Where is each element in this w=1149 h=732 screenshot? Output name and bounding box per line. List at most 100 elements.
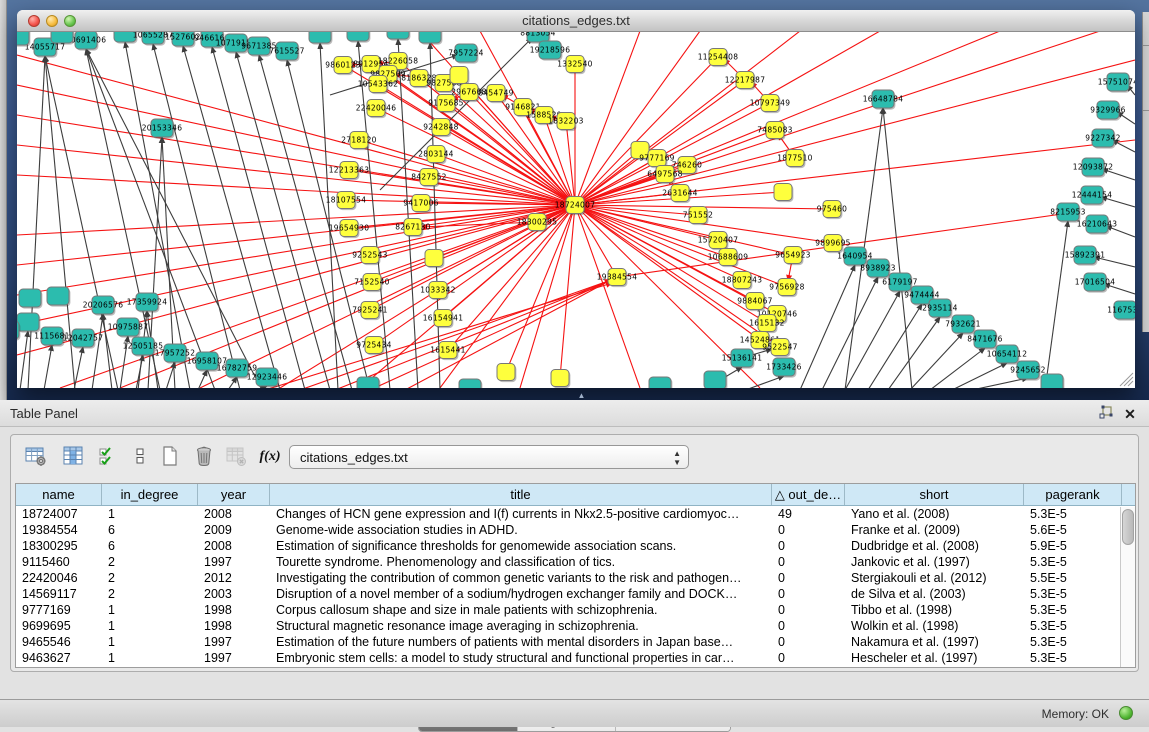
close-panel-icon[interactable]: ✕ (1121, 405, 1139, 423)
right-panel-edge (1142, 12, 1149, 332)
new-table-icon[interactable] (157, 444, 183, 470)
column-header-out_de[interactable]: △ out_de… (772, 484, 845, 505)
graph-node[interactable] (51, 32, 73, 43)
graph-node[interactable] (387, 32, 409, 39)
graph-edge (575, 57, 718, 205)
graph-node[interactable] (1041, 374, 1063, 388)
graph-edge (92, 314, 103, 388)
graph-node-label: 20206576 (83, 301, 124, 310)
graph-node[interactable] (551, 370, 569, 387)
float-panel-icon[interactable] (1097, 405, 1115, 423)
graph-node-label: 9522547 (762, 343, 798, 352)
column-header-short[interactable]: short (845, 484, 1024, 505)
table-cell: Embryonic stem cells: a model to study s… (270, 650, 772, 666)
graph-node-label: 751552 (683, 211, 713, 220)
graph-edge (370, 280, 611, 388)
table-cell: 9777169 (16, 602, 102, 618)
graph-node-label: 9417006 (403, 199, 439, 208)
table-cell: Nakamura et al. (1997) (845, 634, 1024, 650)
graph-edge (930, 348, 985, 388)
graph-node-label: 6179197 (882, 278, 918, 287)
table-row[interactable]: 1938455462009Genome-wide association stu… (16, 522, 1135, 538)
graph-node[interactable] (47, 287, 69, 305)
network-window-titlebar[interactable]: citations_edges.txt (17, 10, 1135, 32)
graph-node-label: 18300295 (517, 218, 558, 227)
column-chooser-icon[interactable] (60, 444, 86, 470)
graph-node-label: 2718120 (341, 136, 377, 145)
graph-node[interactable] (309, 32, 331, 43)
graph-node-label: 8215953 (1050, 208, 1086, 217)
table-cell: 18724007 (16, 506, 102, 522)
graph-node-label: 1877510 (777, 154, 813, 163)
graph-node-label: 18807243 (722, 276, 763, 285)
graph-node[interactable] (649, 377, 671, 388)
memory-status-indicator[interactable] (1119, 706, 1133, 720)
table-cell: 6 (102, 522, 198, 538)
network-canvas[interactable]: 1405571720691406106552871527602946616110… (17, 32, 1135, 388)
graph-node[interactable] (357, 377, 379, 388)
graph-node[interactable] (17, 32, 29, 45)
table-cell: 18300295 (16, 538, 102, 554)
graph-node-label: 7957224 (448, 49, 484, 58)
graph-edge (320, 43, 338, 388)
table-header-row: namein_degreeyeartitle△ out_de…shortpage… (16, 484, 1135, 506)
column-header-pagerank[interactable]: pagerank (1024, 484, 1122, 505)
graph-edge (972, 378, 1028, 388)
table-settings-icon[interactable] (23, 444, 49, 470)
table-cell: 5.6E-5 (1024, 522, 1122, 538)
table-cell: 49 (772, 506, 845, 522)
graph-node[interactable] (419, 32, 441, 43)
table-row[interactable]: 977716911998Corpus callosum shape and si… (16, 602, 1135, 618)
table-row[interactable]: 946554611997Estimation of the future num… (16, 634, 1135, 650)
graph-node[interactable] (497, 364, 515, 381)
table-cell: Franke et al. (2009) (845, 522, 1024, 538)
window-resize-grip[interactable] (1124, 377, 1133, 386)
graph-node[interactable] (459, 379, 481, 388)
table-cell: 1997 (198, 554, 270, 570)
graph-node-label: 10543362 (358, 80, 399, 89)
row-height-icon[interactable] (127, 444, 153, 470)
table-row[interactable]: 1872400712008Changes of HCN gene express… (16, 506, 1135, 522)
table-scrollbar-thumb[interactable] (1122, 509, 1134, 545)
table-row[interactable]: 2242004622012Investigating the contribut… (16, 570, 1135, 586)
column-header-year[interactable]: year (198, 484, 270, 505)
graph-node-label: 18107554 (326, 196, 367, 205)
graph-node[interactable] (425, 250, 443, 267)
table-cell: 0 (772, 586, 845, 602)
table-panel-header: Table Panel ✕ (0, 400, 1149, 427)
graph-edge (228, 377, 237, 388)
graph-edge (868, 304, 922, 388)
column-header-title[interactable]: title (270, 484, 772, 505)
graph-node[interactable] (17, 321, 19, 339)
graph-node-label: 9899695 (815, 239, 851, 248)
table-cell: Jankovic et al. (1997) (845, 554, 1024, 570)
table-row[interactable]: 1830029562008Estimation of significance … (16, 538, 1135, 554)
graph-node-label: 12217987 (725, 76, 766, 85)
graph-node[interactable] (347, 32, 369, 41)
select-rows-icon[interactable] (95, 444, 121, 470)
delete-table-icon[interactable] (191, 444, 217, 470)
graph-node-label: 9756928 (769, 283, 805, 292)
graph-edge (888, 317, 940, 388)
table-row[interactable]: 946362711997Embryonic stem cells: a mode… (16, 650, 1135, 666)
graph-node[interactable] (774, 184, 792, 201)
graph-node[interactable] (450, 67, 468, 84)
table-cell: 0 (772, 554, 845, 570)
table-cell: 1 (102, 650, 198, 666)
table-select[interactable]: citations_edges.txt ▲▼ (289, 445, 689, 469)
table-row[interactable]: 969969511998Structural magnetic resonanc… (16, 618, 1135, 634)
column-header-in_degree[interactable]: in_degree (102, 484, 198, 505)
graph-edge (1045, 221, 1068, 388)
graph-edge (883, 108, 912, 388)
graph-node-label: 2803144 (418, 150, 454, 159)
panel-divider-handle[interactable]: ▲ (575, 392, 589, 399)
table-scrollbar[interactable] (1120, 507, 1135, 667)
graph-node[interactable] (19, 289, 41, 307)
column-header-name[interactable]: name (16, 484, 102, 505)
table-row[interactable]: 1456911722003Disruption of a novel membe… (16, 586, 1135, 602)
function-builder-icon[interactable]: f(x) (257, 444, 283, 470)
table-row[interactable]: 911546021997Tourette syndrome. Phenomeno… (16, 554, 1135, 570)
graph-node[interactable] (704, 371, 726, 388)
graph-node-label: 16782759 (217, 364, 258, 373)
graph-node-label: 7925241 (352, 306, 388, 315)
